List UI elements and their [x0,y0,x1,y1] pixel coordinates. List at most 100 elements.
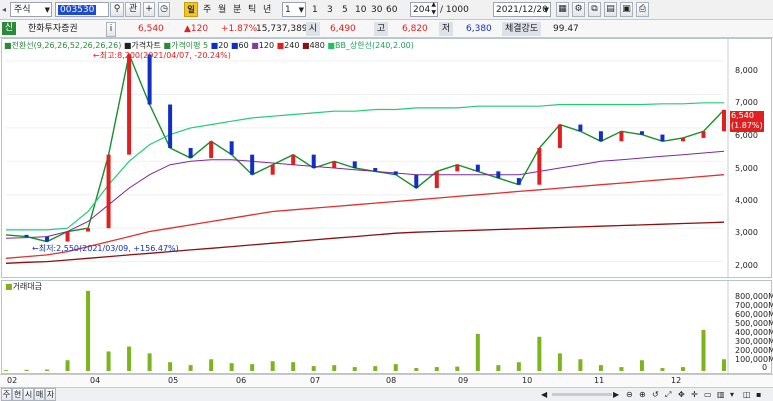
date-picker[interactable]: 2021/12/20 ▼ [493,2,551,17]
pan-icon[interactable]: ✥ [678,388,685,401]
multiplier-select[interactable]: 1 ▼ [282,2,306,17]
volume-bar [229,363,234,371]
calendar-button[interactable]: ▦ [556,2,569,17]
info-button[interactable]: i [106,22,116,37]
volume-bar [188,365,193,371]
volume-panel[interactable]: ■거래대금 800,000M 700,000M 600,000M 500,000… [1,280,773,374]
candle [127,54,132,155]
period-tab-month[interactable]: 월 [218,3,226,17]
tab-current[interactable]: 현 [12,388,23,401]
edit-button[interactable]: 관 [125,2,141,17]
market-select[interactable]: 주식 ▼ [10,2,52,17]
edit-button-label: 관 [128,4,138,14]
volume-checkbox[interactable]: ■ [5,282,13,291]
tab-trade[interactable]: 매 [34,388,45,401]
candle [639,131,644,135]
volume-bar [209,359,214,371]
price-tick: 5,000 [735,164,758,173]
chevron-down-icon: ▼ [298,6,304,14]
price-tick: 3,000 [735,228,758,237]
plus-button[interactable]: + [143,2,155,17]
print-button[interactable]: ⎙ [636,2,649,17]
minimize-icon[interactable]: ▾ [730,388,734,401]
minute-3[interactable]: 3 [327,3,333,17]
period-day-button[interactable]: 일 [184,2,198,17]
scrollbar-track[interactable] [552,393,612,396]
ma-240-legend: 240 [284,41,300,50]
fit-icon[interactable]: ⤢ [665,388,671,401]
minute-1[interactable]: 1 [312,3,318,17]
menu-handle-icon[interactable]: ◂ [2,3,6,17]
minute-10[interactable]: 10 [355,3,366,17]
grid-button[interactable]: ▤ [604,2,617,17]
price-chart-legend: 가격차트 [131,41,161,50]
ma-60-legend: 60 [238,41,249,50]
volume-bar [4,370,8,371]
indicator-icon: ⧉ [591,4,598,14]
volume-tick: 0 [762,363,768,372]
volume-bar [496,365,501,371]
volume-bar [250,364,255,371]
stock-name: 한화투자증권 [28,24,78,34]
volume-bar [701,329,706,371]
history-button[interactable]: ◷ [158,2,170,17]
candle [598,131,603,142]
count-input[interactable]: 204 ▲ ▼ [410,1,438,17]
period-tab-minute[interactable]: 분 [233,3,241,17]
minute-5[interactable]: 5 [342,3,348,17]
price-chart-panel[interactable]: ■전환선(9,26,26,52,26,26,26) ■가격차트 ■가격이평 5 … [1,38,772,278]
reset-icon[interactable]: ↺ [652,388,659,401]
volume-bar [147,353,152,371]
date-tick: 04 [90,376,101,385]
period-tab-week[interactable]: 주 [203,3,211,17]
ma-20-legend: 20 [218,41,229,50]
scroll-left-icon[interactable]: ◀ [541,388,547,401]
tab-market[interactable]: 시 [23,388,34,401]
indicator-button[interactable]: ⧉ [588,2,601,17]
low-annotation: ←최저:2,550(2021/03/09, +156.47%) [32,244,179,253]
volume-bar [680,367,685,371]
candle [434,171,439,189]
layout-icon[interactable]: ▥ [717,388,725,401]
toolbar: ◂ 주식 ▼ 003530 ⚲ 관 + ◷ 일 주 월 분 틱 년 1 ▼ 1 … [0,0,773,20]
volume-chart[interactable] [2,281,771,373]
tab-stock[interactable]: 주 [1,388,12,401]
price-change: ▲120 [184,24,209,34]
ma-480-legend: 480 [309,41,325,50]
volume-bar [598,365,603,371]
low-label: 저 [439,22,453,36]
stock-code-input[interactable]: 003530 [55,2,109,17]
period-tab-year[interactable]: 년 [263,3,271,17]
spin-icon: ▲ ▼ [431,1,436,16]
zoom-out-icon[interactable]: ⊖ [626,388,633,401]
candle [65,231,70,242]
chart-settings-button[interactable]: ⚙ [572,2,585,17]
candle [24,234,29,237]
search-button[interactable]: ⚲ [110,2,124,17]
open-price: 6,490 [330,24,356,34]
price-chart[interactable] [2,39,771,277]
expand-icon[interactable]: ▭ [704,388,712,401]
candle [475,164,480,172]
series-line-가격차트 [5,52,725,243]
minute-30[interactable]: 30 [371,3,382,17]
minute-60[interactable]: 60 [386,3,397,17]
crosshair-icon[interactable]: ✛ [691,388,698,401]
ichimoku-checkbox[interactable]: ■ [4,41,12,50]
close-panel-icon[interactable]: ▪ [756,388,761,401]
lock-button[interactable]: ▣ [620,2,633,17]
ma-checkbox[interactable]: ■ [163,41,171,50]
zoom-in-icon[interactable]: ⊕ [639,388,646,401]
candle [188,147,193,158]
scroll-right-icon[interactable]: ▶ [613,388,619,401]
candle [168,104,173,148]
tab-self[interactable]: 자 [45,388,56,401]
date-tick: 09 [458,376,469,385]
chevron-down-icon: ▼ [44,6,50,14]
volume-bar [639,360,644,371]
period-tab-tick[interactable]: 틱 [248,3,256,17]
print-icon: ⎙ [638,4,647,14]
candle [291,154,296,165]
volume-bar [434,367,439,371]
restore-icon[interactable]: ◫ [743,388,751,401]
